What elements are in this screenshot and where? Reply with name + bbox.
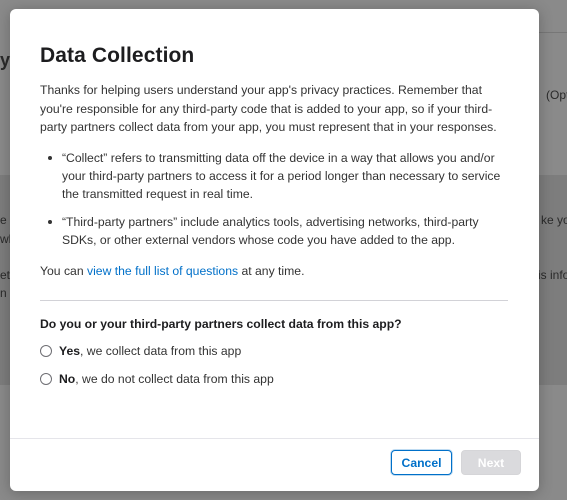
background-heading-fragment: y — [0, 50, 11, 70]
list-item: “Third-party partners” include analytics… — [48, 213, 512, 249]
section-divider — [40, 300, 508, 301]
option-yes-collect[interactable]: Yes, we collect data from this app — [40, 344, 241, 358]
option-yes-label: Yes, we collect data from this app — [59, 344, 241, 358]
list-item: “Collect” refers to transmitting data of… — [48, 149, 512, 204]
bullet-icon — [48, 219, 52, 224]
option-yes-bold: Yes — [59, 344, 81, 358]
footer-divider — [10, 438, 539, 439]
definitions-list: “Collect” refers to transmitting data of… — [48, 149, 512, 258]
collection-question: Do you or your third-party partners coll… — [40, 317, 402, 331]
option-yes-rest: , we collect data from this app — [80, 344, 242, 358]
definition-third-party-partners: “Third-party partners” include analytics… — [62, 214, 479, 247]
dialog-intro-text: Thanks for helping users understand your… — [40, 83, 497, 134]
radio-no[interactable] — [40, 373, 52, 385]
questions-prefix: You can — [40, 264, 87, 278]
definition-collect: “Collect” refers to transmitting data of… — [62, 151, 501, 202]
questions-link-line: You can view the full list of questions … — [40, 264, 304, 278]
view-questions-link[interactable]: view the full list of questions — [87, 264, 238, 278]
option-no-rest: , we do not collect data from this app — [75, 372, 274, 386]
radio-yes[interactable] — [40, 345, 52, 357]
background-divider — [538, 32, 567, 33]
background-text-fragment: ke you — [541, 213, 567, 227]
dialog-title: Data Collection — [40, 44, 195, 67]
option-no-bold: No — [59, 372, 76, 386]
next-button[interactable]: Next — [461, 450, 521, 475]
background-text-fragment: et — [0, 268, 11, 282]
background-optional-fragment: (Opt — [546, 88, 567, 102]
cancel-button[interactable]: Cancel — [391, 450, 452, 475]
background-text-fragment: e — [0, 213, 7, 227]
background-text-fragment: is info — [538, 268, 567, 282]
bullet-icon — [48, 156, 52, 160]
questions-suffix: at any time. — [238, 264, 305, 278]
data-collection-dialog: Data Collection Thanks for helping users… — [10, 9, 539, 491]
option-no-collect[interactable]: No, we do not collect data from this app — [40, 372, 274, 386]
option-no-label: No, we do not collect data from this app — [59, 372, 274, 386]
